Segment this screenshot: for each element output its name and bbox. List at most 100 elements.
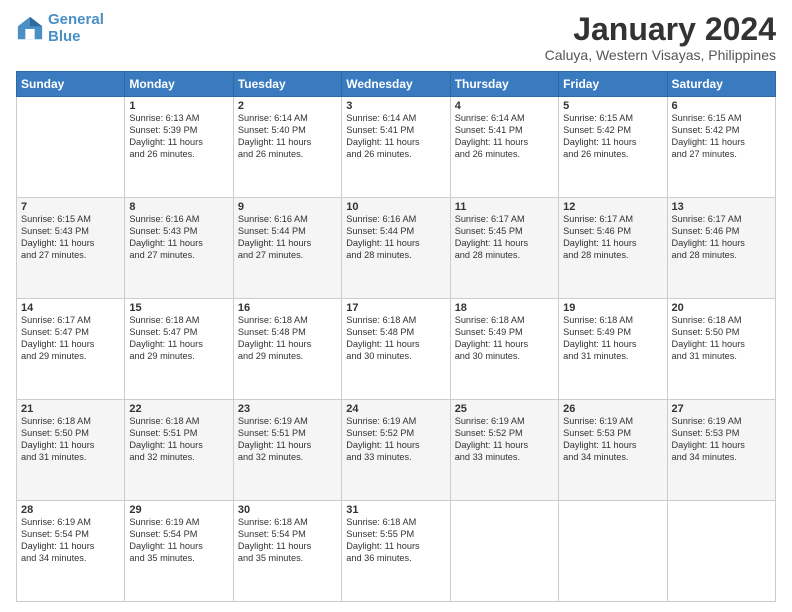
day-number: 7 (21, 201, 120, 213)
title-block: January 2024 Caluya, Western Visayas, Ph… (545, 12, 776, 63)
day-number: 24 (346, 403, 445, 415)
calendar-week-3: 14Sunrise: 6:17 AM Sunset: 5:47 PM Dayli… (17, 299, 776, 400)
page: General Blue January 2024 Caluya, Wester… (0, 0, 792, 612)
main-title: January 2024 (545, 12, 776, 47)
day-info: Sunrise: 6:18 AM Sunset: 5:48 PM Dayligh… (346, 315, 445, 363)
calendar-cell: 27Sunrise: 6:19 AM Sunset: 5:53 PM Dayli… (667, 400, 775, 501)
calendar-cell: 22Sunrise: 6:18 AM Sunset: 5:51 PM Dayli… (125, 400, 233, 501)
day-info: Sunrise: 6:15 AM Sunset: 5:42 PM Dayligh… (672, 113, 771, 161)
day-number: 22 (129, 403, 228, 415)
calendar-body: 1Sunrise: 6:13 AM Sunset: 5:39 PM Daylig… (17, 97, 776, 602)
day-info: Sunrise: 6:16 AM Sunset: 5:44 PM Dayligh… (346, 214, 445, 262)
day-info: Sunrise: 6:18 AM Sunset: 5:49 PM Dayligh… (563, 315, 662, 363)
day-number: 3 (346, 100, 445, 112)
day-info: Sunrise: 6:14 AM Sunset: 5:41 PM Dayligh… (455, 113, 554, 161)
day-header-monday: Monday (125, 72, 233, 97)
day-number: 21 (21, 403, 120, 415)
day-number: 25 (455, 403, 554, 415)
calendar-cell: 14Sunrise: 6:17 AM Sunset: 5:47 PM Dayli… (17, 299, 125, 400)
day-number: 16 (238, 302, 337, 314)
calendar-cell: 13Sunrise: 6:17 AM Sunset: 5:46 PM Dayli… (667, 198, 775, 299)
calendar-cell: 12Sunrise: 6:17 AM Sunset: 5:46 PM Dayli… (559, 198, 667, 299)
day-number: 20 (672, 302, 771, 314)
day-number: 29 (129, 504, 228, 516)
logo-general: General (48, 11, 104, 28)
calendar-cell: 6Sunrise: 6:15 AM Sunset: 5:42 PM Daylig… (667, 97, 775, 198)
calendar-cell (559, 501, 667, 602)
header: General Blue January 2024 Caluya, Wester… (16, 12, 776, 63)
day-info: Sunrise: 6:18 AM Sunset: 5:54 PM Dayligh… (238, 517, 337, 565)
calendar-cell: 26Sunrise: 6:19 AM Sunset: 5:53 PM Dayli… (559, 400, 667, 501)
day-info: Sunrise: 6:17 AM Sunset: 5:45 PM Dayligh… (455, 214, 554, 262)
calendar-table: SundayMondayTuesdayWednesdayThursdayFrid… (16, 71, 776, 602)
day-number: 9 (238, 201, 337, 213)
day-info: Sunrise: 6:17 AM Sunset: 5:47 PM Dayligh… (21, 315, 120, 363)
day-number: 27 (672, 403, 771, 415)
day-info: Sunrise: 6:17 AM Sunset: 5:46 PM Dayligh… (672, 214, 771, 262)
day-info: Sunrise: 6:14 AM Sunset: 5:41 PM Dayligh… (346, 113, 445, 161)
day-info: Sunrise: 6:19 AM Sunset: 5:52 PM Dayligh… (346, 416, 445, 464)
day-header-tuesday: Tuesday (233, 72, 341, 97)
day-number: 14 (21, 302, 120, 314)
calendar-cell: 21Sunrise: 6:18 AM Sunset: 5:50 PM Dayli… (17, 400, 125, 501)
calendar-cell: 4Sunrise: 6:14 AM Sunset: 5:41 PM Daylig… (450, 97, 558, 198)
calendar-cell: 24Sunrise: 6:19 AM Sunset: 5:52 PM Dayli… (342, 400, 450, 501)
day-info: Sunrise: 6:15 AM Sunset: 5:42 PM Dayligh… (563, 113, 662, 161)
day-info: Sunrise: 6:17 AM Sunset: 5:46 PM Dayligh… (563, 214, 662, 262)
day-info: Sunrise: 6:19 AM Sunset: 5:54 PM Dayligh… (129, 517, 228, 565)
day-header-saturday: Saturday (667, 72, 775, 97)
day-number: 17 (346, 302, 445, 314)
logo-icon (16, 15, 44, 43)
calendar-cell: 7Sunrise: 6:15 AM Sunset: 5:43 PM Daylig… (17, 198, 125, 299)
calendar-cell (17, 97, 125, 198)
calendar-cell (450, 501, 558, 602)
day-number: 4 (455, 100, 554, 112)
calendar-cell: 11Sunrise: 6:17 AM Sunset: 5:45 PM Dayli… (450, 198, 558, 299)
calendar-header-row: SundayMondayTuesdayWednesdayThursdayFrid… (17, 72, 776, 97)
calendar-cell: 5Sunrise: 6:15 AM Sunset: 5:42 PM Daylig… (559, 97, 667, 198)
calendar-cell: 30Sunrise: 6:18 AM Sunset: 5:54 PM Dayli… (233, 501, 341, 602)
calendar-cell (667, 501, 775, 602)
calendar-cell: 15Sunrise: 6:18 AM Sunset: 5:47 PM Dayli… (125, 299, 233, 400)
calendar-cell: 25Sunrise: 6:19 AM Sunset: 5:52 PM Dayli… (450, 400, 558, 501)
day-number: 13 (672, 201, 771, 213)
day-header-friday: Friday (559, 72, 667, 97)
day-number: 23 (238, 403, 337, 415)
calendar-week-4: 21Sunrise: 6:18 AM Sunset: 5:50 PM Dayli… (17, 400, 776, 501)
calendar-cell: 18Sunrise: 6:18 AM Sunset: 5:49 PM Dayli… (450, 299, 558, 400)
day-header-wednesday: Wednesday (342, 72, 450, 97)
calendar-cell: 19Sunrise: 6:18 AM Sunset: 5:49 PM Dayli… (559, 299, 667, 400)
calendar-cell: 28Sunrise: 6:19 AM Sunset: 5:54 PM Dayli… (17, 501, 125, 602)
day-info: Sunrise: 6:18 AM Sunset: 5:55 PM Dayligh… (346, 517, 445, 565)
calendar-cell: 2Sunrise: 6:14 AM Sunset: 5:40 PM Daylig… (233, 97, 341, 198)
day-number: 19 (563, 302, 662, 314)
day-info: Sunrise: 6:16 AM Sunset: 5:44 PM Dayligh… (238, 214, 337, 262)
calendar-week-5: 28Sunrise: 6:19 AM Sunset: 5:54 PM Dayli… (17, 501, 776, 602)
day-number: 11 (455, 201, 554, 213)
day-number: 10 (346, 201, 445, 213)
calendar-cell: 8Sunrise: 6:16 AM Sunset: 5:43 PM Daylig… (125, 198, 233, 299)
calendar-cell: 20Sunrise: 6:18 AM Sunset: 5:50 PM Dayli… (667, 299, 775, 400)
day-header-thursday: Thursday (450, 72, 558, 97)
subtitle: Caluya, Western Visayas, Philippines (545, 47, 776, 63)
calendar-cell: 10Sunrise: 6:16 AM Sunset: 5:44 PM Dayli… (342, 198, 450, 299)
day-info: Sunrise: 6:19 AM Sunset: 5:53 PM Dayligh… (672, 416, 771, 464)
day-number: 2 (238, 100, 337, 112)
day-info: Sunrise: 6:16 AM Sunset: 5:43 PM Dayligh… (129, 214, 228, 262)
day-info: Sunrise: 6:18 AM Sunset: 5:50 PM Dayligh… (672, 315, 771, 363)
calendar-week-2: 7Sunrise: 6:15 AM Sunset: 5:43 PM Daylig… (17, 198, 776, 299)
day-number: 1 (129, 100, 228, 112)
calendar-cell: 23Sunrise: 6:19 AM Sunset: 5:51 PM Dayli… (233, 400, 341, 501)
day-number: 18 (455, 302, 554, 314)
day-number: 31 (346, 504, 445, 516)
calendar-cell: 16Sunrise: 6:18 AM Sunset: 5:48 PM Dayli… (233, 299, 341, 400)
day-number: 6 (672, 100, 771, 112)
day-number: 30 (238, 504, 337, 516)
day-number: 26 (563, 403, 662, 415)
calendar-cell: 17Sunrise: 6:18 AM Sunset: 5:48 PM Dayli… (342, 299, 450, 400)
day-info: Sunrise: 6:19 AM Sunset: 5:52 PM Dayligh… (455, 416, 554, 464)
day-info: Sunrise: 6:18 AM Sunset: 5:51 PM Dayligh… (129, 416, 228, 464)
day-info: Sunrise: 6:18 AM Sunset: 5:48 PM Dayligh… (238, 315, 337, 363)
calendar-week-1: 1Sunrise: 6:13 AM Sunset: 5:39 PM Daylig… (17, 97, 776, 198)
logo-blue: Blue (48, 28, 81, 45)
